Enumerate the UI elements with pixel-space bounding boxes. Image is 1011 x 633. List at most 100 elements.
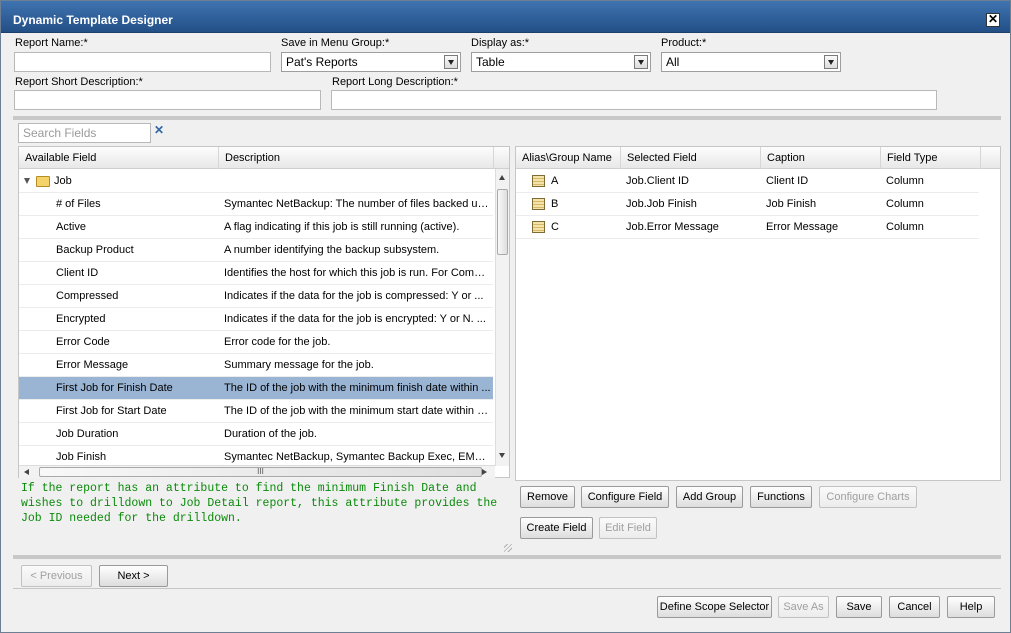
table-row[interactable]: Encrypted Indicates if the data for the j…: [19, 308, 493, 331]
group-row-job[interactable]: Job: [19, 170, 493, 193]
table-row[interactable]: Error Code Error code for the job.: [19, 331, 493, 354]
available-field-name: # of Files: [56, 198, 101, 210]
available-field-description: A flag indicating if this job is still r…: [224, 221, 460, 233]
display-as-label: Display as:*: [471, 37, 530, 49]
table-row[interactable]: Compressed Indicates if the data for the …: [19, 285, 493, 308]
scroll-thumb[interactable]: [497, 189, 508, 255]
group-label: Job: [54, 175, 72, 187]
clear-search-icon[interactable]: ✕: [152, 123, 166, 139]
available-field-description: Error code for the job.: [224, 336, 331, 348]
product-label: Product:*: [661, 37, 707, 49]
available-field-name: First Job for Finish Date: [56, 382, 173, 394]
selected-field-type: Column: [886, 198, 924, 210]
column-header-alias[interactable]: Alias\Group Name: [516, 147, 621, 169]
short-description-input[interactable]: [14, 90, 321, 110]
selected-field-name: Job.Error Message: [626, 221, 719, 233]
column-header-caption[interactable]: Caption: [761, 147, 881, 169]
horizontal-scroll-thumb[interactable]: III: [39, 467, 482, 477]
menu-group-value: Pat's Reports: [286, 55, 358, 69]
create-field-button[interactable]: Create Field: [520, 517, 593, 539]
close-icon[interactable]: ✕: [986, 13, 1000, 27]
selected-caption: Error Message: [766, 221, 839, 233]
define-scope-selector-button[interactable]: Define Scope Selector: [657, 596, 772, 618]
column-field-icon: [532, 198, 545, 210]
title-bar[interactable]: Dynamic Template Designer ✕: [1, 1, 1010, 33]
table-row[interactable]: B Job.Job Finish Job Finish Column: [516, 193, 979, 216]
add-group-button[interactable]: Add Group: [676, 486, 743, 508]
scroll-left-icon[interactable]: [24, 469, 29, 475]
table-row[interactable]: C Job.Error Message Error Message Column: [516, 216, 979, 239]
available-field-name: Client ID: [56, 267, 99, 279]
table-row[interactable]: First Job for Start Date The ID of the jo…: [19, 400, 493, 423]
table-row[interactable]: Backup Product A number identifying the b…: [19, 239, 493, 262]
available-vertical-scrollbar[interactable]: [495, 169, 509, 466]
available-field-description: Indicates if the data for the job is enc…: [224, 313, 486, 325]
dialog-title: Dynamic Template Designer: [13, 13, 173, 27]
chevron-down-icon[interactable]: [824, 55, 838, 69]
available-field-description: The ID of the job with the minimum start…: [224, 405, 492, 417]
table-row[interactable]: A Job.Client ID Client ID Column: [516, 170, 979, 193]
footer-divider: [13, 588, 1001, 589]
next-button[interactable]: Next >: [99, 565, 168, 587]
table-row[interactable]: Error Message Summary message for the job…: [19, 354, 493, 377]
folder-icon: [36, 176, 50, 187]
long-description-input[interactable]: [331, 90, 937, 110]
collapse-triangle-icon[interactable]: [24, 178, 30, 184]
available-field-description: The ID of the job with the minimum finis…: [224, 382, 491, 394]
configure-field-button[interactable]: Configure Field: [581, 486, 669, 508]
available-field-name: Compressed: [56, 290, 119, 302]
column-header-selected-field[interactable]: Selected Field: [621, 147, 761, 169]
remove-button[interactable]: Remove: [520, 486, 575, 508]
short-description-label: Report Short Description:*: [15, 76, 143, 88]
selected-caption: Client ID: [766, 175, 809, 187]
product-select[interactable]: All: [661, 52, 841, 72]
scroll-up-icon[interactable]: [499, 175, 505, 180]
column-header-field-type[interactable]: Field Type: [881, 147, 981, 169]
available-field-name: Active: [56, 221, 86, 233]
search-fields-input[interactable]: Search Fields: [18, 123, 151, 143]
field-description-text: If the report has an attribute to find t…: [21, 482, 498, 525]
available-field-description: Identifies the host for which this job i…: [224, 267, 492, 279]
save-as-button[interactable]: Save As: [778, 596, 829, 618]
table-row[interactable]: Client ID Identifies the host for which t…: [19, 262, 493, 285]
available-field-description: A number identifying the backup subsyste…: [224, 244, 440, 256]
available-horizontal-scrollbar[interactable]: III: [19, 465, 495, 478]
table-row[interactable]: Job Duration Duration of the job.: [19, 423, 493, 446]
menu-group-select[interactable]: Pat's Reports: [281, 52, 461, 72]
table-row[interactable]: # of Files Symantec NetBackup: The number…: [19, 193, 493, 216]
table-row[interactable]: First Job for Finish Date The ID of the j…: [19, 377, 493, 400]
available-field-name: Job Duration: [56, 428, 119, 440]
dynamic-template-designer-dialog: Dynamic Template Designer ✕ Report Name:…: [0, 0, 1011, 633]
chevron-down-icon[interactable]: [444, 55, 458, 69]
display-as-select[interactable]: Table: [471, 52, 651, 72]
configure-charts-button[interactable]: Configure Charts: [819, 486, 917, 508]
edit-field-button[interactable]: Edit Field: [599, 517, 657, 539]
column-field-icon: [532, 221, 545, 233]
selected-field-type: Column: [886, 175, 924, 187]
cancel-button[interactable]: Cancel: [889, 596, 940, 618]
report-name-input[interactable]: [14, 52, 271, 72]
display-as-value: Table: [476, 55, 505, 69]
scroll-down-icon[interactable]: [499, 453, 505, 458]
functions-button[interactable]: Functions: [750, 486, 812, 508]
column-header-description[interactable]: Description: [219, 147, 494, 169]
available-field-description: Indicates if the data for the job is com…: [224, 290, 484, 302]
long-description-label: Report Long Description:*: [332, 76, 458, 88]
menu-group-label: Save in Menu Group:*: [281, 37, 390, 49]
available-fields-grid: Available Field Description Job # of Fil…: [18, 146, 510, 478]
column-header-available-field[interactable]: Available Field: [19, 147, 219, 169]
resize-grip-icon[interactable]: [504, 544, 512, 552]
available-field-description: Summary message for the job.: [224, 359, 374, 371]
available-field-name: Error Code: [56, 336, 110, 348]
previous-button[interactable]: < Previous: [21, 565, 92, 587]
selected-field-name: Job.Job Finish: [626, 198, 697, 210]
product-value: All: [666, 55, 680, 69]
save-button[interactable]: Save: [836, 596, 882, 618]
scroll-right-icon[interactable]: [482, 469, 487, 475]
chevron-down-icon[interactable]: [634, 55, 648, 69]
selected-grid-header: Alias\Group Name Selected Field Caption …: [516, 147, 1000, 169]
available-field-name: Backup Product: [56, 244, 134, 256]
available-field-name: First Job for Start Date: [56, 405, 167, 417]
help-button[interactable]: Help: [947, 596, 995, 618]
table-row[interactable]: Active A flag indicating if this job is s…: [19, 216, 493, 239]
